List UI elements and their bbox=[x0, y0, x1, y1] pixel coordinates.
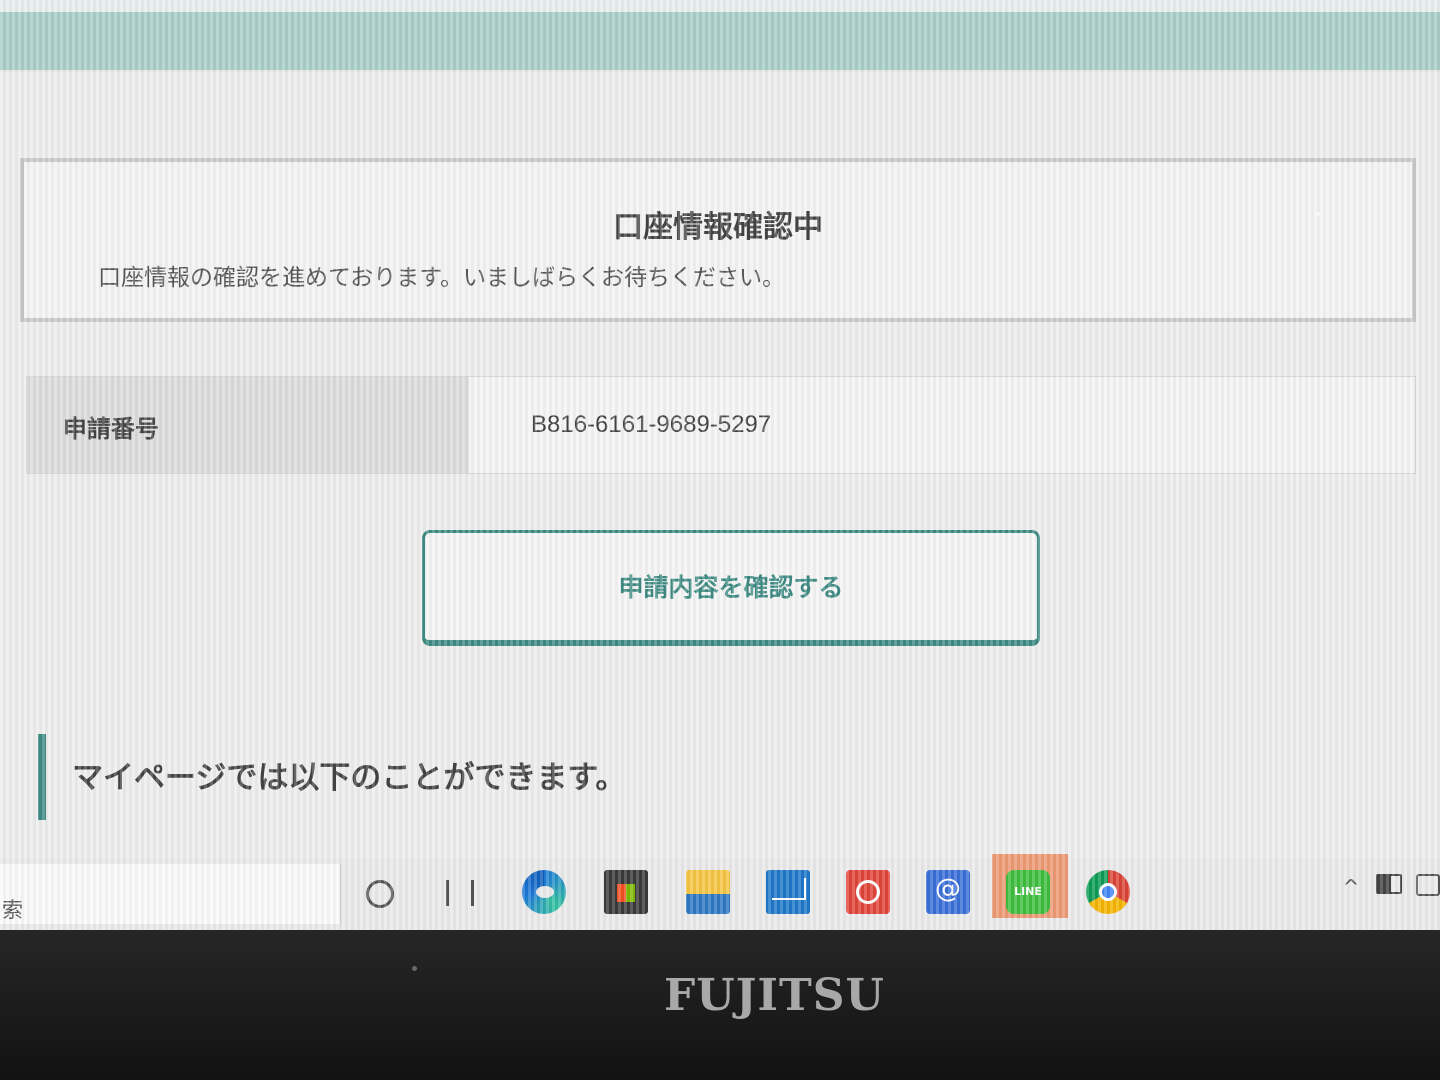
store-icon[interactable] bbox=[604, 870, 648, 914]
application-number-label-cell: 申請番号 bbox=[27, 377, 469, 473]
mypage-section-heading: マイページでは以下のことができます。 bbox=[38, 734, 626, 820]
line-icon[interactable]: LINE bbox=[1006, 870, 1050, 914]
network-icon[interactable] bbox=[1416, 874, 1440, 896]
file-explorer-icon[interactable] bbox=[686, 870, 730, 914]
taskbar-search-box[interactable]: 索 bbox=[0, 864, 341, 924]
cortana-icon[interactable] bbox=[366, 880, 394, 908]
brand-logo: FUJITSU bbox=[664, 970, 885, 1021]
task-view-icon[interactable] bbox=[446, 880, 474, 906]
mail-icon[interactable] bbox=[766, 870, 810, 914]
application-number-label: 申請番号 bbox=[63, 415, 159, 443]
site-header-band bbox=[0, 0, 1440, 72]
windows-taskbar: 索 @ LINE ^ bbox=[0, 854, 1440, 930]
decorative-dot bbox=[1316, 212, 1320, 216]
chrome-icon[interactable] bbox=[1086, 870, 1130, 914]
at-menu-icon[interactable]: @ bbox=[926, 870, 970, 914]
application-number-value: B816-6161-9689-5297 bbox=[531, 411, 772, 438]
confirm-application-button[interactable]: 申請内容を確認する bbox=[422, 530, 1040, 646]
application-number-row: 申請番号 B816-6161-9689-5297 bbox=[26, 376, 1416, 474]
media-icon[interactable] bbox=[846, 870, 890, 914]
mypage-heading-text: マイページでは以下のことができます。 bbox=[72, 760, 627, 796]
browser-screen: 口座情報確認中 口座情報の確認を進めております。いましばらくお待ちください。 申… bbox=[0, 0, 1440, 930]
chevron-up-icon[interactable]: ^ bbox=[1340, 876, 1362, 898]
status-title: 口座情報確認中 bbox=[613, 210, 823, 245]
bezel-dot bbox=[412, 966, 417, 971]
edge-icon[interactable] bbox=[522, 870, 566, 914]
search-box-text: 索 bbox=[2, 898, 23, 922]
battery-icon[interactable] bbox=[1376, 874, 1402, 894]
status-panel: 口座情報確認中 口座情報の確認を進めております。いましばらくお待ちください。 bbox=[20, 158, 1416, 322]
status-message: 口座情報の確認を進めております。いましばらくお待ちください。 bbox=[98, 265, 786, 291]
